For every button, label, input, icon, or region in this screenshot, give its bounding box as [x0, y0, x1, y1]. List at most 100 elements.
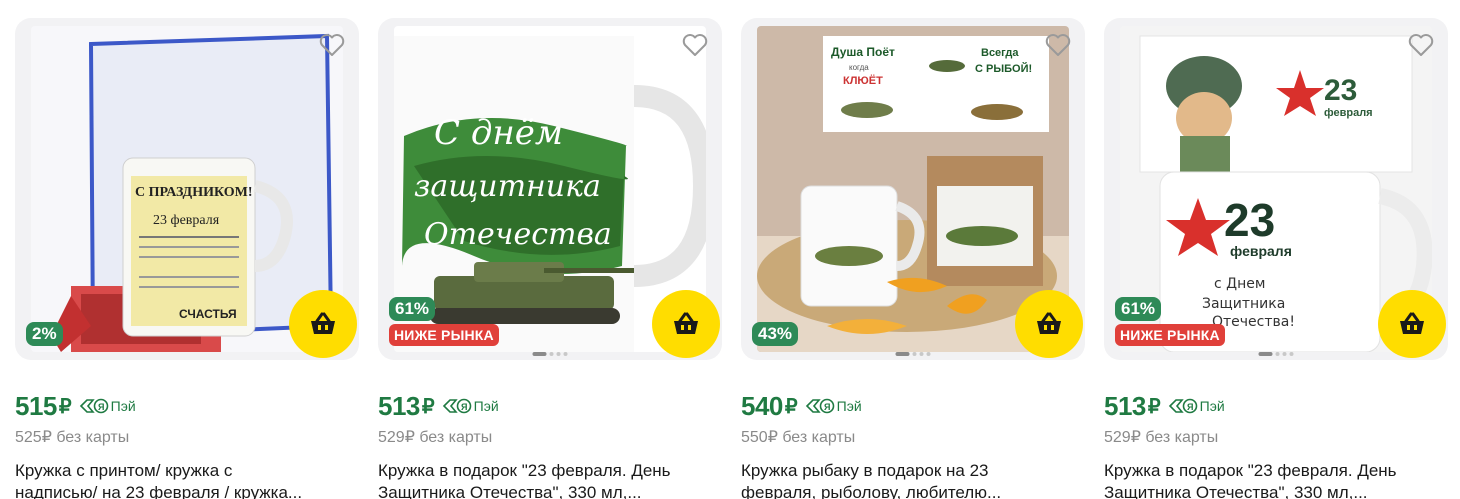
below-market-badge: НИЖЕ РЫНКА	[1115, 324, 1225, 346]
mug-text-3: Отечества	[424, 217, 612, 252]
badges: 2%	[26, 322, 63, 346]
carousel-dot[interactable]	[549, 352, 554, 356]
favorite-heart-icon[interactable]	[1406, 30, 1436, 60]
pay-text: Пэй	[473, 398, 499, 414]
favorite-heart-icon[interactable]	[1043, 30, 1073, 60]
price-without-card: 529₽ без карты	[378, 429, 493, 446]
poster-text-2: когда	[849, 63, 869, 72]
carousel-dot[interactable]	[1289, 352, 1294, 356]
carousel-dot[interactable]	[1275, 352, 1280, 356]
product-title-line1: Кружка в подарок "23 февраля. День	[1104, 461, 1397, 480]
pay-text: Пэй	[1199, 398, 1225, 414]
svg-text:Я: Я	[98, 402, 104, 412]
pay-text: Пэй	[110, 398, 136, 414]
add-to-cart-button[interactable]	[652, 290, 720, 358]
price-row: 540 ₽ Я Пэй	[741, 391, 1085, 421]
price: 540	[741, 390, 783, 421]
discount-badge: 2%	[26, 322, 63, 346]
currency: ₽	[784, 395, 798, 418]
price-without-card: 550₽ без карты	[741, 429, 856, 446]
poster-text-5: С РЫБОЙ!	[975, 62, 1032, 75]
basket-icon	[1400, 312, 1424, 334]
add-to-cart-button[interactable]	[289, 290, 357, 358]
mug-text-2: защитника	[414, 169, 601, 204]
currency: ₽	[1147, 395, 1161, 418]
carousel-dot[interactable]	[919, 352, 924, 356]
carousel-dot[interactable]	[1282, 352, 1287, 356]
mug-number: 23	[1224, 194, 1275, 246]
pay-text: Пэй	[836, 398, 862, 414]
badges: 43%	[752, 322, 799, 346]
svg-text:Я: Я	[824, 402, 830, 412]
poster-text-1: Душа Поёт	[831, 45, 895, 59]
discount-badge: 61%	[389, 297, 436, 321]
mug-text-1: С днём	[434, 113, 563, 153]
below-market-badge: НИЖЕ РЫНКА	[389, 324, 499, 346]
image-carousel-dots[interactable]	[895, 352, 931, 356]
carousel-dot[interactable]	[926, 352, 931, 356]
product-card[interactable]: С ПРАЗДНИКОМ! 23 февраля СЧАСТЬЯ 2% 515 …	[15, 18, 359, 499]
image-carousel-dots[interactable]	[532, 352, 568, 356]
yandex-pay-label: Я Пэй	[442, 398, 499, 414]
poster-month: февраля	[1324, 107, 1373, 119]
yandex-pay-icon: Я	[442, 398, 471, 414]
product-title-line2: Защитника Отечества", 330 мл,...	[1104, 483, 1368, 499]
yandex-pay-icon: Я	[1168, 398, 1197, 414]
mug-text-3: СЧАСТЬЯ	[179, 307, 237, 321]
add-to-cart-button[interactable]	[1378, 290, 1446, 358]
carousel-dot[interactable]	[895, 352, 910, 356]
add-to-cart-button[interactable]	[1015, 290, 1083, 358]
yandex-pay-icon: Я	[79, 398, 108, 414]
favorite-heart-icon[interactable]	[680, 30, 710, 60]
price-without-card: 525₽ без карты	[15, 429, 130, 446]
product-title-line2: Защитника Отечества", 330 мл,...	[378, 483, 642, 499]
product-title-line1: Кружка с принтом/ кружка с	[15, 461, 233, 480]
image-carousel-dots[interactable]	[1258, 352, 1294, 356]
yandex-pay-label: Я Пэй	[1168, 398, 1225, 414]
product-title[interactable]: Кружка с принтом/ кружка с надписью/ на …	[15, 460, 345, 499]
product-card[interactable]: 23 февраля 23 февраля с Днем Защитника О…	[1104, 18, 1448, 499]
poster-text-4: Всегда	[981, 47, 1019, 59]
favorite-heart-icon[interactable]	[317, 30, 347, 60]
price: 513	[1104, 390, 1146, 421]
carousel-dot[interactable]	[563, 352, 568, 356]
product-title[interactable]: Кружка рыбаку в подарок на 23 февраля, р…	[741, 460, 1071, 499]
carousel-dot[interactable]	[912, 352, 917, 356]
product-photo[interactable]: 23 февраля 23 февраля с Днем Защитника О…	[1104, 18, 1448, 360]
mug-greeting-1: с Днем	[1214, 276, 1265, 292]
product-photo[interactable]: С днём защитника Отечества 61% НИЖЕ РЫНК…	[378, 18, 722, 360]
basket-icon	[311, 312, 335, 334]
price-without-card: 529₽ без карты	[1104, 429, 1219, 446]
price-row: 513 ₽ Я Пэй	[1104, 391, 1448, 421]
product-photo[interactable]: Душа Поёт когда КЛЮЁТ Всегда С РЫБОЙ! 43…	[741, 18, 1085, 360]
basket-icon	[674, 312, 698, 334]
svg-text:Я: Я	[461, 402, 467, 412]
currency: ₽	[58, 395, 72, 418]
currency: ₽	[421, 395, 435, 418]
mug-month: февраля	[1230, 243, 1292, 259]
product-card[interactable]: Душа Поёт когда КЛЮЁТ Всегда С РЫБОЙ! 43…	[741, 18, 1085, 499]
product-title[interactable]: Кружка в подарок "23 февраля. День Защит…	[1104, 460, 1434, 499]
carousel-dot[interactable]	[1258, 352, 1273, 356]
poster-number: 23	[1324, 74, 1357, 107]
discount-badge: 61%	[1115, 297, 1162, 321]
yandex-pay-label: Я Пэй	[79, 398, 136, 414]
badges: 61% НИЖЕ РЫНКА	[1115, 297, 1225, 346]
carousel-dot[interactable]	[532, 352, 547, 356]
product-photo[interactable]: С ПРАЗДНИКОМ! 23 февраля СЧАСТЬЯ 2%	[15, 18, 359, 360]
mug-text-1: С ПРАЗДНИКОМ!	[135, 185, 253, 200]
product-title-line1: Кружка рыбаку в подарок на 23	[741, 461, 989, 480]
price-row: 513 ₽ Я Пэй	[378, 391, 722, 421]
product-card[interactable]: С днём защитника Отечества 61% НИЖЕ РЫНК…	[378, 18, 722, 499]
yandex-pay-icon: Я	[805, 398, 834, 414]
product-title[interactable]: Кружка в подарок "23 февраля. День Защит…	[378, 460, 708, 499]
badges: 61% НИЖЕ РЫНКА	[389, 297, 499, 346]
price: 513	[378, 390, 420, 421]
product-grid: С ПРАЗДНИКОМ! 23 февраля СЧАСТЬЯ 2% 515 …	[0, 0, 1460, 499]
discount-badge: 43%	[752, 322, 799, 346]
carousel-dot[interactable]	[556, 352, 561, 356]
svg-text:Я: Я	[1187, 402, 1193, 412]
product-title-line1: Кружка в подарок "23 февраля. День	[378, 461, 671, 480]
yandex-pay-label: Я Пэй	[805, 398, 862, 414]
mug-text-2: 23 февраля	[153, 213, 220, 228]
